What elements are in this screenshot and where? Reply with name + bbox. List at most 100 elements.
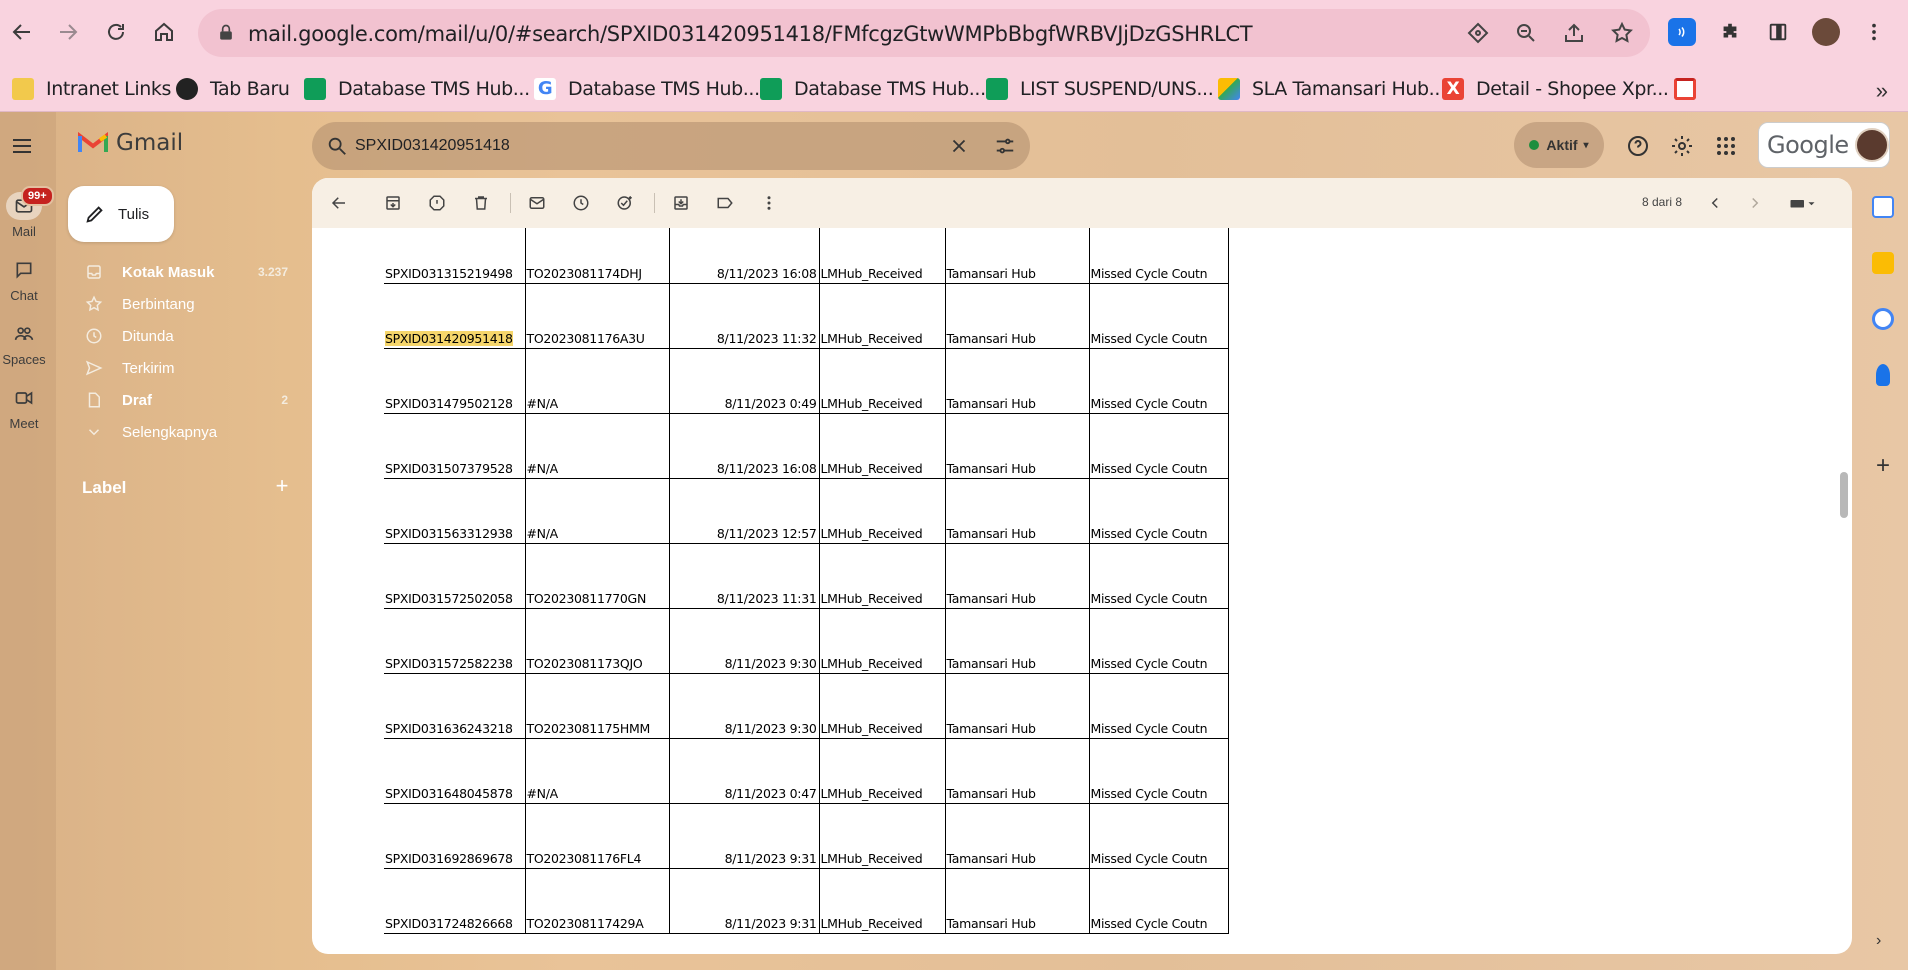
snooze-icon[interactable] — [570, 192, 592, 214]
extension-icon[interactable] — [1668, 18, 1696, 46]
more-bookmarks-button[interactable]: » — [1876, 78, 1888, 104]
nav-inbox[interactable]: Kotak Masuk 3.237 — [56, 256, 296, 288]
zoom-out-icon[interactable] — [1514, 21, 1538, 45]
install-app-icon[interactable] — [1466, 21, 1490, 45]
next-icon[interactable] — [1744, 192, 1766, 214]
timestamp-cell-text: 8/11/2023 9:30 — [724, 655, 817, 671]
nav-starred[interactable]: Berbintang — [56, 288, 296, 320]
puzzle-icon[interactable] — [1716, 18, 1744, 46]
help-icon[interactable] — [1626, 134, 1650, 158]
to-number-cell-text: #N/A — [526, 395, 559, 411]
rail-spaces[interactable]: Spaces — [2, 320, 46, 367]
back-to-list-icon[interactable] — [328, 192, 350, 214]
nav-sent[interactable]: Terkirim — [56, 352, 296, 384]
search-icon[interactable] — [326, 135, 348, 157]
search-bar[interactable] — [312, 122, 1030, 170]
contacts-icon[interactable] — [1876, 364, 1890, 386]
report-spam-icon[interactable] — [426, 192, 448, 214]
collapse-panel-icon[interactable]: › — [1876, 932, 1881, 950]
rail-mail-label: Mail — [12, 224, 36, 239]
to-number-cell: #N/A — [524, 738, 669, 804]
timestamp-cell-text: 8/11/2023 16:08 — [716, 460, 817, 476]
hub-cell-text: Tamansari Hub — [946, 460, 1036, 476]
bookmark-item[interactable]: LIST SUSPEND/UNS... — [986, 74, 1214, 104]
bookmark-item[interactable]: SLA Tamansari Hub... — [1218, 74, 1446, 104]
url-text[interactable]: mail.google.com/mail/u/0/#search/SPXID03… — [248, 22, 1253, 46]
main-menu-icon[interactable] — [10, 134, 34, 158]
bookmark-item[interactable]: Database TMS Hub... — [304, 74, 530, 104]
scrollbar-thumb[interactable] — [1840, 472, 1848, 518]
delete-icon[interactable] — [470, 192, 492, 214]
sheets-icon — [760, 78, 782, 100]
status-selector[interactable]: Aktif ▾ — [1514, 122, 1604, 168]
status-cell-text: LMHub_Received — [820, 850, 923, 866]
bookmark-item[interactable]: G Database TMS Hub... — [534, 74, 760, 104]
hub-cell-text: Tamansari Hub — [946, 525, 1036, 541]
settings-gear-icon[interactable] — [1670, 134, 1694, 158]
reason-cell: Missed Cycle Coutn — [1088, 478, 1229, 544]
table-row: SPXID031479502128 #N/A 8/11/2023 0:49 LMHub… — [384, 348, 1229, 414]
clear-search-icon[interactable] — [948, 135, 970, 157]
bookmark-star-icon[interactable] — [1610, 21, 1634, 45]
to-number-cell-text: TO2023081175HMM — [526, 720, 651, 736]
bookmark-item[interactable] — [1674, 74, 1708, 104]
bookmark-label: Tab Baru — [210, 78, 290, 100]
reason-cell: Missed Cycle Coutn — [1088, 673, 1229, 739]
send-icon — [84, 358, 104, 378]
timestamp-cell: 8/11/2023 16:08 — [668, 228, 819, 284]
bookmark-item[interactable]: Database TMS Hub... — [760, 74, 986, 104]
rail-meet[interactable]: Meet — [2, 384, 46, 431]
gmail-logo[interactable]: Gmail — [78, 130, 183, 156]
add-label-icon[interactable]: + — [272, 475, 292, 497]
archive-icon[interactable] — [382, 192, 404, 214]
meet-icon — [6, 384, 42, 412]
status-cell-text: LMHub_Received — [820, 460, 923, 476]
back-icon[interactable] — [6, 16, 38, 48]
mark-unread-icon[interactable] — [526, 192, 548, 214]
calendar-icon[interactable] — [1872, 196, 1894, 218]
status-cell-text: LMHub_Received — [820, 330, 923, 346]
profile-avatar[interactable] — [1812, 18, 1840, 46]
tasks-icon[interactable] — [1872, 308, 1894, 330]
nav-more[interactable]: Selengkapnya — [56, 416, 296, 448]
nav-snoozed[interactable]: Ditunda — [56, 320, 296, 352]
status-cell-text: LMHub_Received — [820, 395, 923, 411]
add-addon-icon[interactable]: + — [1872, 452, 1894, 480]
chat-icon — [6, 256, 42, 284]
reason-cell-text: Missed Cycle Coutn — [1090, 395, 1208, 411]
add-task-icon[interactable] — [614, 192, 636, 214]
status-cell-text: LMHub_Received — [820, 265, 923, 281]
label-icon[interactable] — [714, 192, 736, 214]
previous-icon[interactable] — [1704, 192, 1726, 214]
search-options-icon[interactable] — [994, 135, 1016, 157]
address-bar[interactable]: mail.google.com/mail/u/0/#search/SPXID03… — [198, 9, 1650, 57]
folder-list: Kotak Masuk 3.237 Berbintang Ditunda Ter… — [56, 256, 296, 448]
bookmark-item[interactable]: X Detail - Shopee Xpr... — [1442, 74, 1669, 104]
inbox-count: 3.237 — [257, 265, 288, 279]
spx-id-cell-text: SPXID031692869678 — [385, 850, 513, 866]
search-input[interactable] — [355, 132, 915, 160]
to-number-cell: TO2023081175HMM — [524, 673, 669, 739]
apps-grid-icon[interactable] — [1714, 134, 1738, 158]
bookmark-item[interactable]: Tab Baru — [176, 74, 290, 104]
compose-button[interactable]: Tulis — [68, 186, 174, 242]
bookmark-item[interactable]: Intranet Links — [12, 74, 171, 104]
forward-icon[interactable] — [52, 16, 84, 48]
nav-drafts[interactable]: Draf 2 — [56, 384, 296, 416]
keep-icon[interactable] — [1872, 252, 1894, 274]
rail-mail[interactable]: 99+ Mail — [2, 186, 54, 239]
menu-kebab-icon[interactable] — [1860, 18, 1888, 46]
timestamp-cell: 8/11/2023 9:31 — [668, 868, 819, 934]
input-tools-icon[interactable] — [1784, 192, 1824, 214]
lock-icon[interactable] — [216, 23, 236, 43]
reload-icon[interactable] — [100, 16, 132, 48]
share-icon[interactable] — [1562, 21, 1586, 45]
home-icon[interactable] — [148, 16, 180, 48]
rail-chat[interactable]: Chat — [2, 256, 46, 303]
table-row: SPXID031692869678 TO2023081176FL4 8/11/202… — [384, 803, 1229, 869]
more-options-icon[interactable] — [758, 192, 780, 214]
sheets-icon — [304, 78, 326, 100]
move-to-icon[interactable] — [670, 192, 692, 214]
side-panel-icon[interactable] — [1764, 18, 1792, 46]
gmail-icon — [1674, 78, 1696, 100]
